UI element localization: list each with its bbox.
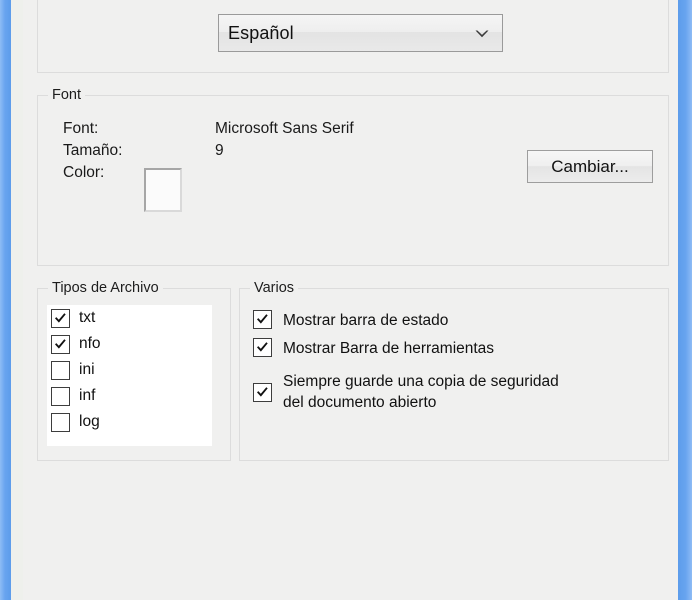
file-type-item-nfo[interactable]: nfo — [47, 331, 212, 357]
misc-groupbox-title: Varios — [250, 281, 298, 296]
checkbox-icon[interactable] — [51, 309, 70, 328]
show-status-bar-checkbox-row[interactable]: Mostrar barra de estado — [253, 310, 448, 331]
checkbox-icon[interactable] — [253, 338, 272, 357]
language-combobox-value: Español — [228, 23, 294, 44]
window-border-right — [678, 0, 692, 600]
show-toolbar-label: Mostrar Barra de herramientas — [283, 338, 494, 359]
show-status-bar-label: Mostrar barra de estado — [283, 310, 448, 331]
window-inner-edge-left — [11, 0, 23, 600]
file-type-label: ini — [79, 361, 95, 379]
font-groupbox-title: Font — [48, 88, 85, 103]
checkbox-icon[interactable] — [51, 413, 70, 432]
checkbox-icon[interactable] — [253, 383, 272, 402]
file-type-label: nfo — [79, 335, 101, 353]
file-types-checked-listbox[interactable]: txt nfo ini inf log — [47, 305, 212, 446]
font-groupbox: Font Font: Microsoft Sans Serif Tamaño: … — [37, 88, 669, 266]
options-dialog-client-area: Español Font Font: Microsoft Sans Serif … — [23, 0, 678, 600]
file-type-item-inf[interactable]: inf — [47, 383, 212, 409]
checkbox-icon[interactable] — [51, 361, 70, 380]
font-name-value: Microsoft Sans Serif — [215, 120, 354, 138]
file-type-label: inf — [79, 387, 95, 405]
checkbox-icon[interactable] — [51, 335, 70, 354]
show-toolbar-checkbox-row[interactable]: Mostrar Barra de herramientas — [253, 338, 494, 359]
file-type-item-txt[interactable]: txt — [47, 305, 212, 331]
language-groupbox: Español — [37, 0, 669, 73]
window-border-left — [0, 0, 11, 600]
checkbox-icon[interactable] — [253, 310, 272, 329]
font-color-label: Color: — [63, 164, 104, 182]
checkbox-icon[interactable] — [51, 387, 70, 406]
file-type-label: txt — [79, 309, 95, 327]
misc-groupbox: Varios Mostrar barra de estado Mostrar B… — [239, 281, 669, 461]
file-types-groupbox: Tipos de Archivo txt nfo ini inf log — [37, 281, 231, 461]
font-size-label: Tamaño: — [63, 142, 122, 160]
file-type-item-ini[interactable]: ini — [47, 357, 212, 383]
chevron-down-icon — [474, 27, 490, 39]
file-type-item-log[interactable]: log — [47, 409, 212, 435]
file-type-label: log — [79, 413, 100, 431]
change-font-button[interactable]: Cambiar... — [527, 150, 653, 183]
file-types-groupbox-title: Tipos de Archivo — [48, 281, 163, 296]
font-color-swatch[interactable] — [144, 168, 182, 212]
always-backup-label: Siempre guarde una copia de seguridaddel… — [283, 371, 559, 413]
always-backup-checkbox-row[interactable]: Siempre guarde una copia de seguridaddel… — [253, 371, 559, 413]
window-frame: Español Font Font: Microsoft Sans Serif … — [0, 0, 692, 600]
font-size-value: 9 — [215, 142, 224, 160]
font-name-label: Font: — [63, 120, 98, 138]
language-combobox[interactable]: Español — [218, 14, 503, 52]
